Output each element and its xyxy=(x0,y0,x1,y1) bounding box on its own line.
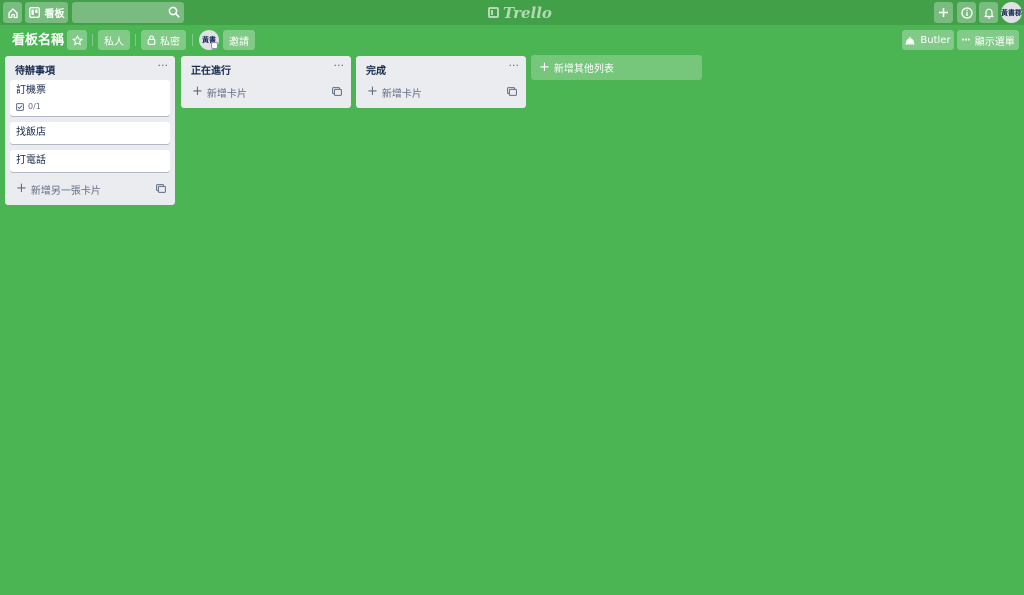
list-in-progress: 正在進行 ··· + 新增卡片 xyxy=(181,56,351,108)
add-list-label: 新增其他列表 xyxy=(553,64,614,75)
boards-button[interactable]: 看板 xyxy=(25,2,68,23)
list-header[interactable]: 待辦事項 ··· xyxy=(5,56,175,80)
card-title: 打電話 xyxy=(16,155,46,166)
card-template-icon[interactable] xyxy=(156,184,166,193)
add-card-button[interactable]: + 新增卡片 xyxy=(361,80,521,104)
team-visibility-button[interactable]: 私人 xyxy=(98,30,130,50)
card[interactable]: 打電話 xyxy=(10,150,170,172)
board-icon xyxy=(28,7,40,18)
privacy-button[interactable]: 私密 xyxy=(141,30,186,50)
search-icon[interactable] xyxy=(168,6,180,18)
divider xyxy=(192,34,193,46)
trello-logo-icon xyxy=(488,7,499,18)
list-menu-icon[interactable]: ··· xyxy=(158,59,169,72)
notifications-button[interactable] xyxy=(979,2,998,23)
card[interactable]: 訂機票 0/1 xyxy=(10,80,170,116)
admin-badge-icon xyxy=(211,42,218,49)
invite-button[interactable]: 邀請 xyxy=(223,30,255,50)
team-visibility-label: 私人 xyxy=(104,36,124,48)
search-field[interactable] xyxy=(72,2,184,23)
butler-icon xyxy=(905,36,915,44)
lock-icon xyxy=(147,35,156,45)
list-title[interactable]: 待辦事項 xyxy=(15,62,55,77)
plus-icon: + xyxy=(367,84,378,99)
checklist-badge: 0/1 xyxy=(16,102,164,111)
checklist-count: 0/1 xyxy=(28,102,41,111)
board-title[interactable]: 看板名稱 xyxy=(12,31,64,50)
home-button[interactable] xyxy=(3,2,22,23)
add-card-label: 新增另一張卡片 xyxy=(30,185,101,197)
star-icon xyxy=(71,34,83,45)
trello-logo[interactable]: Trello xyxy=(488,3,552,22)
card[interactable]: 找飯店 xyxy=(10,122,170,144)
show-menu-button[interactable]: ··· 顯示選單 xyxy=(957,30,1019,50)
divider xyxy=(92,34,93,46)
star-button[interactable] xyxy=(67,30,87,50)
card-template-icon[interactable] xyxy=(332,87,342,96)
list-header[interactable]: 正在進行 ··· xyxy=(181,56,351,80)
plus-icon: + xyxy=(192,84,203,99)
add-card-button[interactable]: + 新增另一張卡片 xyxy=(10,177,170,201)
card-template-icon[interactable] xyxy=(507,87,517,96)
list-title[interactable]: 完成 xyxy=(366,62,386,77)
info-icon xyxy=(960,6,973,19)
add-card-button[interactable]: + 新增卡片 xyxy=(186,80,346,104)
bell-icon xyxy=(983,8,994,19)
card-title: 找飯店 xyxy=(16,127,46,138)
butler-button[interactable]: Butler xyxy=(902,30,954,50)
invite-label: 邀請 xyxy=(229,36,249,48)
plus-icon: + xyxy=(16,181,27,196)
search-input[interactable] xyxy=(72,2,164,23)
list-done: 完成 ··· + 新增卡片 xyxy=(356,56,526,108)
divider xyxy=(135,34,136,46)
privacy-label: 私密 xyxy=(160,36,180,48)
checklist-icon xyxy=(16,102,24,111)
show-menu-label: 顯示選單 xyxy=(974,36,1015,48)
add-list-button[interactable]: + 新增其他列表 xyxy=(531,55,702,80)
create-button[interactable] xyxy=(934,2,953,23)
add-card-label: 新增卡片 xyxy=(381,88,422,100)
butler-label: Butler xyxy=(920,34,951,46)
more-icon: ··· xyxy=(961,34,970,46)
list-menu-icon[interactable]: ··· xyxy=(509,59,520,72)
plus-icon xyxy=(939,8,948,17)
list-menu-icon[interactable]: ··· xyxy=(334,59,345,72)
boards-label: 看板 xyxy=(44,9,65,20)
list-title[interactable]: 正在進行 xyxy=(191,62,231,77)
user-avatar[interactable]: 黃書郡 xyxy=(1001,2,1022,23)
home-icon xyxy=(7,7,18,18)
list-header[interactable]: 完成 ··· xyxy=(356,56,526,80)
plus-icon: + xyxy=(539,59,550,75)
add-card-label: 新增卡片 xyxy=(206,88,247,100)
logo-text: Trello xyxy=(503,3,552,22)
top-header: 看板 Trello 黃書郡 xyxy=(0,0,1024,25)
card-title: 訂機票 xyxy=(16,85,46,96)
info-button[interactable] xyxy=(957,2,976,23)
list-todo: 待辦事項 ··· 訂機票 0/1 找飯店 打電話 + 新增另一張卡片 xyxy=(5,56,175,205)
